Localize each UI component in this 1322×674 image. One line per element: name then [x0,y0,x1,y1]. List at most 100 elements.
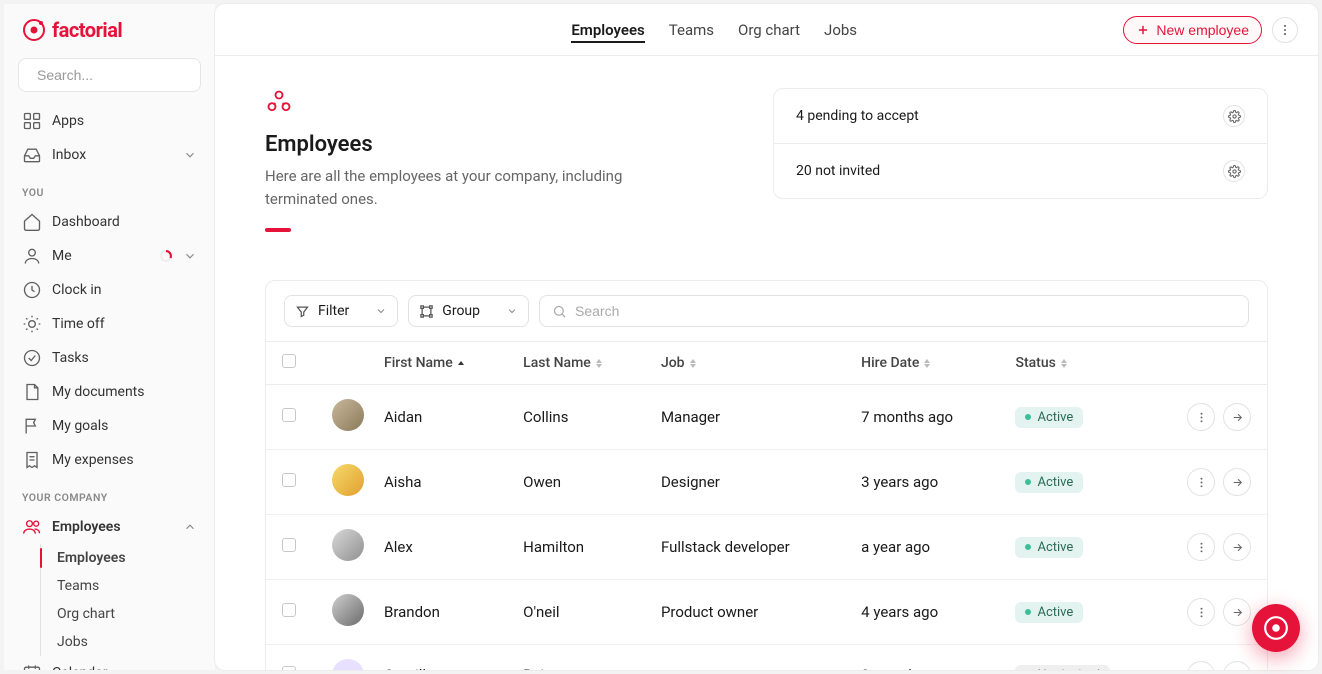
nav-label: Calendar [52,665,173,670]
tab-employees[interactable]: Employees [571,7,644,53]
user-icon [22,246,42,266]
page-description: Here are all the employees at your compa… [265,165,665,210]
nav-dashboard[interactable]: Dashboard [14,205,205,239]
nav-clock-in[interactable]: Clock in [14,273,205,307]
col-job[interactable]: Job [645,342,845,385]
status-not-invited[interactable]: 20 not invited [774,143,1267,198]
arrow-right-icon [1231,606,1244,619]
nav-my-expenses[interactable]: My expenses [14,443,205,477]
subnav-jobs[interactable]: Jobs [41,628,205,656]
subnav-teams[interactable]: Teams [41,572,205,600]
sun-icon [22,314,42,334]
subnav-org-chart[interactable]: Org chart [41,600,205,628]
row-checkbox[interactable] [282,473,296,487]
more-vertical-icon [1195,606,1208,619]
nav-me[interactable]: Me [14,239,205,273]
row-open-button[interactable] [1223,661,1251,670]
row-open-button[interactable] [1223,533,1251,561]
row-more-button[interactable] [1187,533,1215,561]
apps-icon [22,111,42,131]
tab-jobs[interactable]: Jobs [824,7,857,53]
row-open-button[interactable] [1223,468,1251,496]
row-open-button[interactable] [1223,403,1251,431]
more-vertical-icon [1195,411,1208,424]
search-input[interactable] [37,67,215,83]
nav-my-goals[interactable]: My goals [14,409,205,443]
table-row[interactable]: Brandon O'neil Product owner 4 years ago… [266,580,1267,645]
row-more-button[interactable] [1187,468,1215,496]
more-vertical-icon [1195,669,1208,671]
nav-employees[interactable]: Employees [14,510,205,544]
inbox-icon [22,145,42,165]
col-last-name[interactable]: Last Name [507,342,645,385]
tab-teams[interactable]: Teams [669,7,714,53]
row-checkbox[interactable] [282,408,296,422]
table-row[interactable]: Aisha Owen Designer 3 years ago Active [266,450,1267,515]
chevron-down-icon [183,666,197,670]
nav-apps[interactable]: Apps [14,104,205,138]
subnav-employees[interactable]: Employees [41,544,205,572]
group-button[interactable]: Group [408,295,529,327]
row-checkbox[interactable] [282,603,296,617]
receipt-icon [22,450,42,470]
nav-label: Employees [52,519,173,535]
nav-my-documents[interactable]: My documents [14,375,205,409]
nav-tasks[interactable]: Tasks [14,341,205,375]
cell-first-name: Brandon [368,580,507,645]
nav-label: Tasks [52,350,197,366]
table-row[interactable]: Aidan Collins Manager 7 months ago Activ… [266,385,1267,450]
help-fab[interactable] [1252,604,1300,652]
cell-first-name: Aisha [368,450,507,515]
status-pending[interactable]: 4 pending to accept [774,89,1267,143]
group-label: Group [442,303,480,319]
filter-button[interactable]: Filter [284,295,398,327]
nav-calendar[interactable]: Calendar [14,656,205,670]
plus-icon [1136,23,1150,37]
row-open-button[interactable] [1223,598,1251,626]
employees-table: First Name Last Name Job Hire Date Statu… [266,341,1267,670]
nav-label: Time off [52,316,197,332]
cell-job: Fullstack developer [645,515,845,580]
table-search-input[interactable] [575,303,1236,319]
cell-hire-date: 2 months ago [845,645,999,671]
nav-label: My expenses [52,452,197,468]
logo[interactable]: factorial [22,18,197,42]
nav-label: Clock in [52,282,197,298]
global-search[interactable]: ⌘K [18,58,201,92]
nav-inbox[interactable]: Inbox [14,138,205,172]
row-more-button[interactable] [1187,661,1215,670]
section-you: YOU [22,186,197,199]
row-more-button[interactable] [1187,403,1215,431]
pending-settings-button[interactable] [1223,105,1245,127]
nav-time-off[interactable]: Time off [14,307,205,341]
filter-label: Filter [318,303,349,319]
row-more-button[interactable] [1187,598,1215,626]
gear-icon [1228,165,1241,178]
row-checkbox[interactable] [282,666,296,670]
cell-job: Product owner [645,580,845,645]
col-hire-date[interactable]: Hire Date [845,342,999,385]
col-status[interactable]: Status [999,342,1157,385]
more-vertical-icon [1278,23,1292,37]
cell-last-name: O'neil [507,580,645,645]
new-employee-button[interactable]: New employee [1123,16,1262,44]
sort-icon [596,359,602,368]
users-icon [265,88,293,116]
select-all-checkbox[interactable] [282,354,296,368]
status-badge: Active [1015,472,1083,493]
status-card: 4 pending to accept 20 not invited [773,88,1268,199]
nav-label: My documents [52,384,197,400]
nav-label: Dashboard [52,214,197,230]
not-invited-settings-button[interactable] [1223,160,1245,182]
topbar-more-button[interactable] [1272,17,1298,43]
table-search[interactable] [539,295,1249,327]
table-row[interactable]: CR Camilla Rei - 2 months ago Not invite… [266,645,1267,671]
nav-label: Apps [52,113,197,129]
row-checkbox[interactable] [282,538,296,552]
tab-org-chart[interactable]: Org chart [738,7,800,53]
table-row[interactable]: Alex Hamilton Fullstack developer a year… [266,515,1267,580]
nav-label: Inbox [52,147,173,163]
cell-job: Manager [645,385,845,450]
col-first-name[interactable]: First Name [368,342,507,385]
sort-icon [1061,359,1067,368]
